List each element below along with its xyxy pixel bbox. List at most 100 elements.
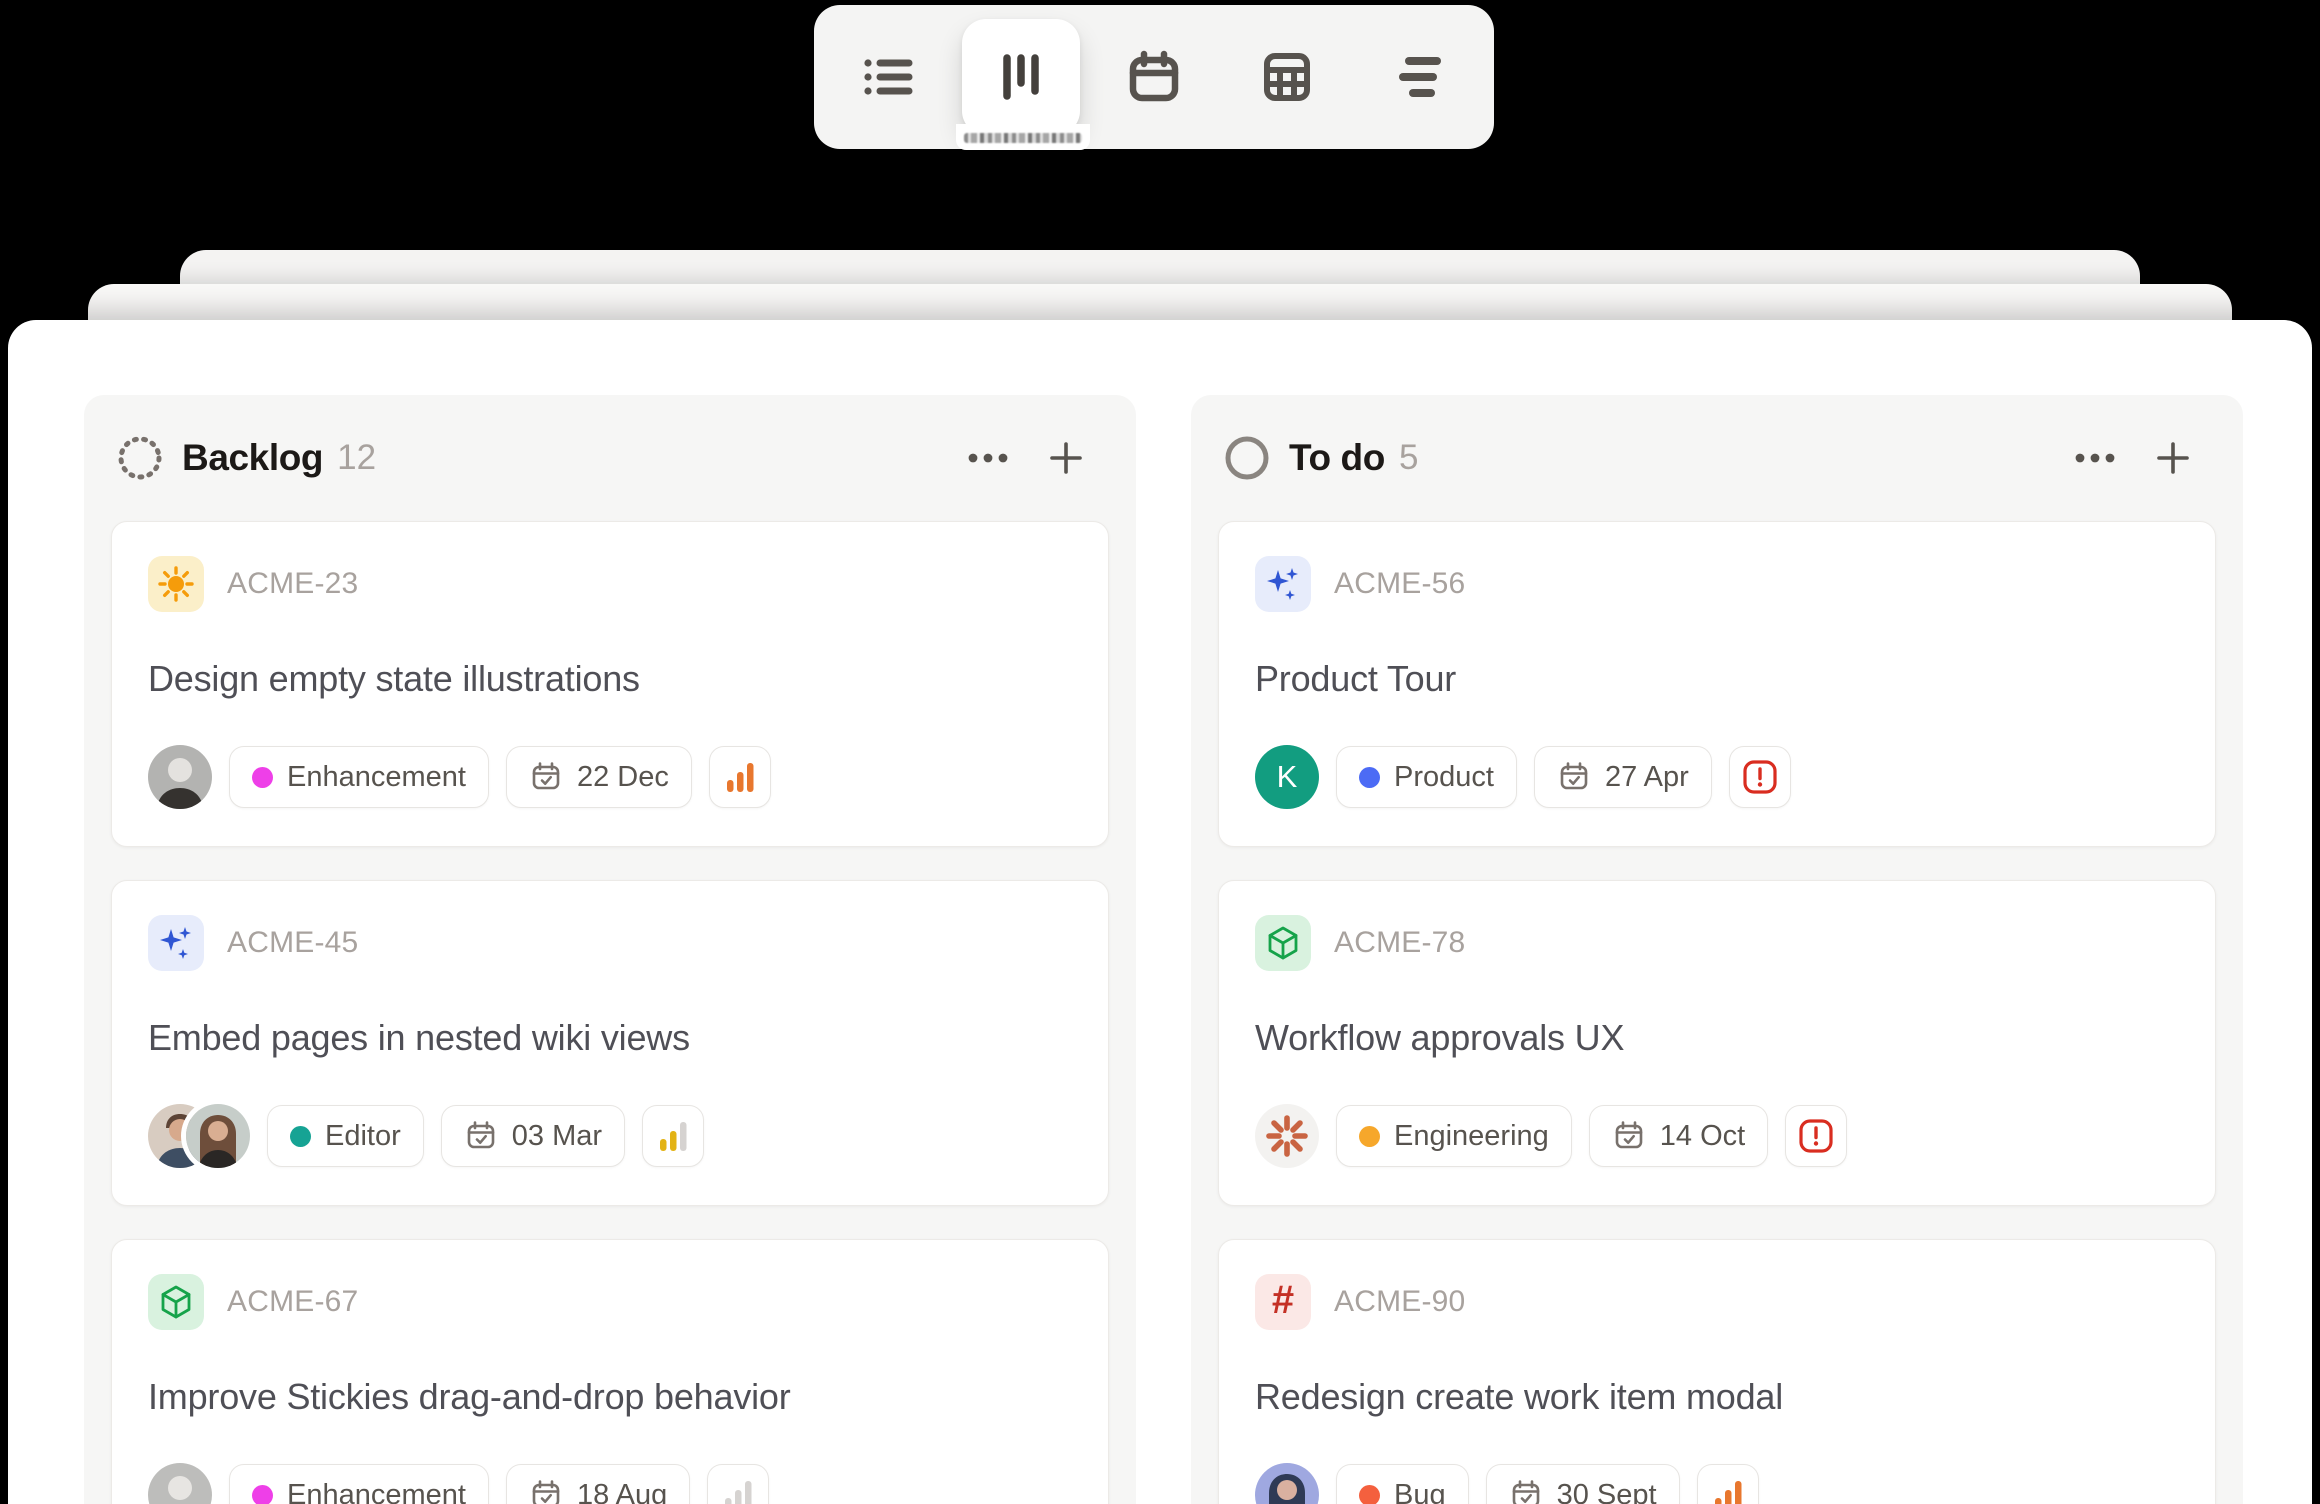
- due-date-text: 30 Sept: [1557, 1479, 1657, 1504]
- calendar-check-icon: [1557, 760, 1591, 794]
- label-badge[interactable]: Enhancement: [229, 1464, 489, 1504]
- work-item-card[interactable]: ACME-78 Workflow approvals UX: [1218, 880, 2216, 1206]
- table-view-icon: [1256, 46, 1318, 108]
- label-dot: [1359, 1126, 1380, 1147]
- column-count: 12: [337, 438, 376, 478]
- cutoff-tooltip-text: [964, 133, 1082, 143]
- label-text: Enhancement: [287, 1479, 466, 1504]
- cutoff-tooltip: [956, 124, 1090, 150]
- sparkles-icon: [1255, 556, 1311, 612]
- due-date-badge[interactable]: 18 Aug: [506, 1464, 690, 1504]
- column-add-button[interactable]: [1038, 430, 1094, 486]
- column-more-button[interactable]: [2067, 430, 2123, 486]
- label-badge[interactable]: Engineering: [1336, 1105, 1572, 1167]
- urgent-priority-icon: [1796, 1116, 1836, 1156]
- sparkles-icon: [148, 915, 204, 971]
- label-dot: [1359, 1485, 1380, 1504]
- priority-high-bars-icon: [723, 759, 757, 795]
- chart-view-icon: [1389, 46, 1451, 108]
- label-dot: [1359, 767, 1380, 788]
- calendar-view-button[interactable]: [1088, 5, 1221, 149]
- hash-icon: #: [1255, 1274, 1311, 1330]
- work-item-id: ACME-23: [227, 567, 358, 601]
- label-badge[interactable]: Enhancement: [229, 746, 489, 808]
- list-view-icon: [857, 46, 919, 108]
- due-date-text: 18 Aug: [577, 1479, 667, 1504]
- board-view-icon: [990, 46, 1052, 108]
- column-todo: To do 5: [1191, 395, 2243, 1504]
- backlog-status-icon: [112, 430, 168, 486]
- work-item-id: ACME-78: [1334, 926, 1465, 960]
- label-text: Product: [1394, 761, 1494, 794]
- label-text: Engineering: [1394, 1120, 1549, 1153]
- view-switcher-toolbar: [814, 5, 1494, 149]
- work-item-id: ACME-45: [227, 926, 358, 960]
- label-badge[interactable]: Editor: [267, 1105, 424, 1167]
- label-dot: [252, 1485, 273, 1504]
- priority-medium-bars-icon: [656, 1118, 690, 1154]
- work-item-card[interactable]: ACME-67 Improve Stickies drag-and-drop b…: [111, 1239, 1109, 1504]
- work-item-id: ACME-90: [1334, 1285, 1465, 1319]
- label-dot: [290, 1126, 311, 1147]
- label-text: Bug: [1394, 1479, 1446, 1504]
- column-todo-header: To do 5: [1191, 395, 2243, 521]
- label-text: Editor: [325, 1120, 401, 1153]
- priority-badge[interactable]: [1785, 1105, 1847, 1167]
- work-item-id: ACME-67: [227, 1285, 358, 1319]
- due-date-text: 22 Dec: [577, 761, 669, 794]
- calendar-check-icon: [1509, 1478, 1543, 1504]
- label-text: Enhancement: [287, 761, 466, 794]
- calendar-check-icon: [529, 1478, 563, 1504]
- work-item-card[interactable]: # ACME-90 Redesign create work item moda…: [1218, 1239, 2216, 1504]
- column-backlog-header: Backlog 12: [84, 395, 1136, 521]
- label-badge[interactable]: Bug: [1336, 1464, 1469, 1504]
- work-item-title: Redesign create work item modal: [1255, 1376, 2179, 1418]
- work-item-id: ACME-56: [1334, 567, 1465, 601]
- column-more-button[interactable]: [960, 430, 1016, 486]
- due-date-text: 14 Oct: [1660, 1120, 1745, 1153]
- app-main-panel: Backlog 12: [8, 320, 2312, 1504]
- priority-badge[interactable]: [707, 1464, 769, 1504]
- work-item-card[interactable]: ACME-56 Product Tour K Product: [1218, 521, 2216, 847]
- priority-badge[interactable]: [1697, 1464, 1759, 1504]
- list-view-button[interactable]: [822, 5, 955, 149]
- calendar-check-icon: [464, 1119, 498, 1153]
- cube-icon: [148, 1274, 204, 1330]
- work-item-title: Design empty state illustrations: [148, 658, 1072, 700]
- column-backlog: Backlog 12: [84, 395, 1136, 1504]
- work-item-title: Improve Stickies drag-and-drop behavior: [148, 1376, 1072, 1418]
- due-date-text: 27 Apr: [1605, 761, 1689, 794]
- calendar-check-icon: [1612, 1119, 1646, 1153]
- due-date-badge[interactable]: 30 Sept: [1486, 1464, 1680, 1504]
- column-count: 5: [1399, 438, 1418, 478]
- work-item-title: Workflow approvals UX: [1255, 1017, 2179, 1059]
- priority-badge[interactable]: [1729, 746, 1791, 808]
- urgent-priority-icon: [1740, 757, 1780, 797]
- priority-badge[interactable]: [709, 746, 771, 808]
- org-avatar-starburst-icon: [1255, 1104, 1319, 1168]
- priority-high-bars-icon: [1711, 1477, 1745, 1504]
- due-date-badge[interactable]: 22 Dec: [506, 746, 692, 808]
- work-item-card[interactable]: ACME-23 Design empty state illustrations…: [111, 521, 1109, 847]
- work-item-card[interactable]: ACME-45 Embed pages in nested wiki views: [111, 880, 1109, 1206]
- priority-badge[interactable]: [642, 1105, 704, 1167]
- work-item-title: Product Tour: [1255, 658, 2179, 700]
- due-date-badge[interactable]: 27 Apr: [1534, 746, 1712, 808]
- column-title: To do: [1289, 437, 1385, 479]
- column-add-button[interactable]: [2145, 430, 2201, 486]
- kanban-board: Backlog 12: [84, 395, 2243, 1504]
- assignee-avatar: [148, 1463, 212, 1504]
- due-date-badge[interactable]: 03 Mar: [441, 1105, 625, 1167]
- column-title: Backlog: [182, 437, 323, 479]
- sun-icon: [148, 556, 204, 612]
- due-date-badge[interactable]: 14 Oct: [1589, 1105, 1768, 1167]
- cube-icon: [1255, 915, 1311, 971]
- assignee-avatar: [1255, 1463, 1319, 1504]
- calendar-view-icon: [1123, 46, 1185, 108]
- assignee-avatar: [186, 1104, 250, 1168]
- due-date-text: 03 Mar: [512, 1120, 602, 1153]
- table-view-button[interactable]: [1221, 5, 1354, 149]
- chart-view-button[interactable]: [1354, 5, 1487, 149]
- label-dot: [252, 767, 273, 788]
- label-badge[interactable]: Product: [1336, 746, 1517, 808]
